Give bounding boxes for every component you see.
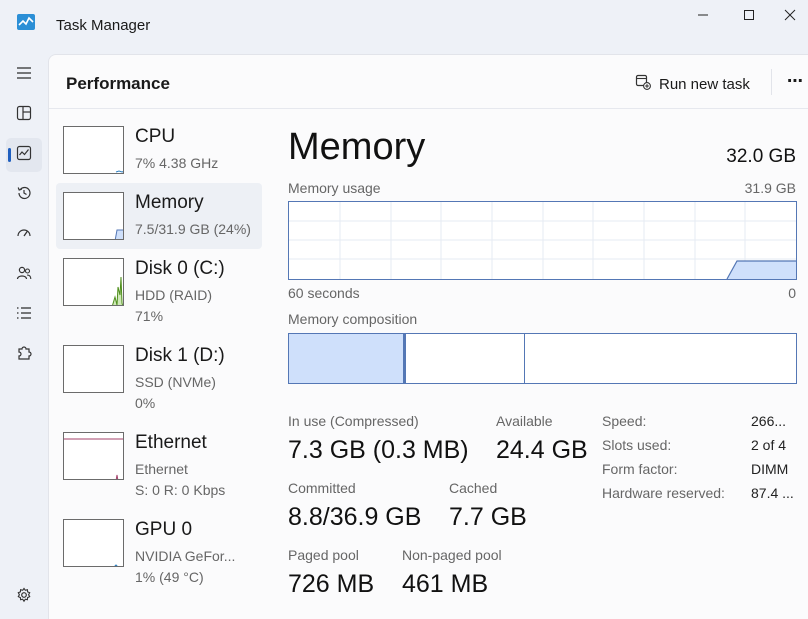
more-options-button[interactable]: ⋯ <box>782 69 808 93</box>
hamburger-icon <box>16 66 32 85</box>
available-label: Available <box>496 413 553 429</box>
resource-item-gpu-0[interactable]: GPU 0 NVIDIA GeFor... 1% (49 °C) <box>56 510 262 585</box>
resource-item-ethernet[interactable]: Ethernet Ethernet S: 0 R: 0 Kbps <box>56 423 262 498</box>
run-new-task-button[interactable]: Run new task <box>635 72 750 96</box>
composition-segment-in-use <box>289 334 406 383</box>
disk-1-thumbnail-graph <box>63 345 124 393</box>
hamburger-menu-button[interactable] <box>6 58 42 92</box>
resource-detail: SSD (NVMe) <box>135 374 216 390</box>
nav-processes[interactable] <box>6 98 42 132</box>
detail-title: Memory <box>288 126 426 168</box>
form-factor-value: DIMM <box>751 461 789 477</box>
non-paged-pool-value: 461 MB <box>402 570 489 598</box>
hardware-reserved-value: 87.4 ... <box>751 485 794 501</box>
nav-services[interactable] <box>6 338 42 372</box>
title-bar: Task Manager <box>0 0 808 54</box>
composition-segment-free <box>525 334 796 383</box>
memory-composition-bar <box>288 333 797 384</box>
resource-name: GPU 0 <box>135 519 193 540</box>
memory-usage-max: 31.9 GB <box>744 180 796 196</box>
memory-usage-graph <box>288 201 797 280</box>
gpu-0-thumbnail-graph <box>63 519 124 567</box>
page-title: Performance <box>66 74 170 93</box>
paged-pool-label: Paged pool <box>288 547 359 563</box>
services-puzzle-icon <box>16 345 32 366</box>
cached-value: 7.7 GB <box>449 503 527 531</box>
task-manager-app-icon <box>17 14 35 30</box>
nav-app-history[interactable] <box>6 178 42 212</box>
ethernet-thumbnail-graph <box>63 432 124 480</box>
details-list-icon <box>16 306 32 325</box>
time-axis-start: 60 seconds <box>288 285 360 301</box>
total-memory: 32.0 GB <box>726 146 796 167</box>
form-factor-label: Form factor: <box>602 461 678 477</box>
resource-detail: 7% 4.38 GHz <box>135 155 219 171</box>
slots-used-value: 2 of 4 <box>751 437 787 453</box>
active-indicator <box>8 148 11 162</box>
resource-detail: 7.5/31.9 GB (24%) <box>135 221 251 237</box>
composition-segment-standby <box>406 334 525 383</box>
in-use-label: In use (Compressed) <box>288 413 419 429</box>
minimize-button[interactable] <box>680 2 726 28</box>
available-value: 24.4 GB <box>496 436 588 464</box>
speed-label: Speed: <box>602 413 647 429</box>
nav-performance[interactable] <box>6 138 42 172</box>
startup-gauge-icon <box>16 225 32 246</box>
resource-item-memory[interactable]: Memory 7.5/31.9 GB (24%) <box>56 183 262 249</box>
resource-name: Disk 1 (D:) <box>135 345 225 366</box>
resource-item-disk-1[interactable]: Disk 1 (D:) SSD (NVMe) 0% <box>56 336 262 411</box>
nav-users[interactable] <box>6 258 42 292</box>
nav-startup-apps[interactable] <box>6 218 42 252</box>
resource-name: Disk 0 (C:) <box>135 258 225 279</box>
committed-label: Committed <box>288 480 356 496</box>
close-button[interactable] <box>772 2 808 28</box>
performance-chart-icon <box>16 145 32 166</box>
resource-name: Ethernet <box>135 432 207 453</box>
hardware-reserved-label: Hardware reserved: <box>602 485 725 501</box>
disk-0-thumbnail-graph <box>63 258 124 306</box>
resource-detail: NVIDIA GeFor... <box>135 548 236 564</box>
speed-value: 266... <box>751 413 787 429</box>
resource-name: Memory <box>135 192 204 213</box>
memory-usage-label: Memory usage <box>288 180 381 196</box>
non-paged-pool-label: Non-paged pool <box>402 547 502 563</box>
resource-detail: HDD (RAID) <box>135 287 212 303</box>
gear-icon <box>16 587 32 608</box>
in-use-value: 7.3 GB (0.3 MB) <box>288 436 469 464</box>
panel-header: Performance Run new task ⋯ <box>49 55 808 109</box>
time-axis-end: 0 <box>788 285 796 301</box>
more-icon: ⋯ <box>787 73 803 90</box>
paged-pool-value: 726 MB <box>288 570 375 598</box>
memory-thumbnail-graph <box>63 192 124 240</box>
window-title: Task Manager <box>56 17 151 34</box>
nav-details[interactable] <box>6 298 42 332</box>
resource-detail: Ethernet <box>135 461 188 477</box>
main-panel: Performance Run new task ⋯ CPU 7% 4.38 G… <box>48 54 808 619</box>
resource-usage: 0% <box>135 395 156 411</box>
nav-settings[interactable] <box>6 580 42 614</box>
resource-usage: 1% (49 °C) <box>135 569 204 585</box>
slots-used-label: Slots used: <box>602 437 672 453</box>
users-icon <box>16 265 32 286</box>
resource-item-cpu[interactable]: CPU 7% 4.38 GHz <box>56 117 262 183</box>
committed-value: 8.8/36.9 GB <box>288 503 422 531</box>
history-icon <box>16 185 32 206</box>
resource-usage: 71% <box>135 308 164 324</box>
run-new-task-label: Run new task <box>659 75 750 93</box>
resource-name: CPU <box>135 126 176 147</box>
header-divider <box>771 69 772 95</box>
run-task-icon <box>635 74 651 94</box>
memory-composition-label: Memory composition <box>288 311 418 327</box>
resource-usage: S: 0 R: 0 Kbps <box>135 482 226 498</box>
maximize-button[interactable] <box>726 2 772 28</box>
cached-label: Cached <box>449 480 498 496</box>
navigation-rail <box>0 54 48 619</box>
resource-item-disk-0[interactable]: Disk 0 (C:) HDD (RAID) 71% <box>56 249 262 324</box>
processes-grid-icon <box>16 105 32 126</box>
cpu-thumbnail-graph <box>63 126 124 174</box>
